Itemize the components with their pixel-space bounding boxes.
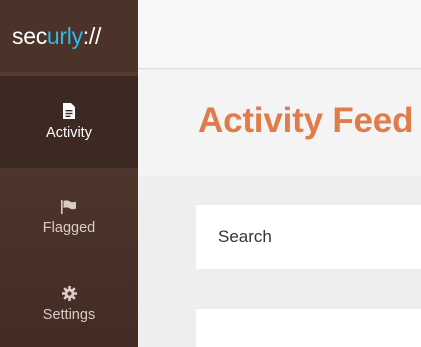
brand-prefix: sec bbox=[12, 22, 47, 49]
brand-accent: urly bbox=[46, 22, 83, 49]
page-title: Activity Feed bbox=[198, 101, 414, 140]
gear-icon bbox=[61, 285, 77, 301]
sidebar-item-label: Activity bbox=[46, 125, 92, 141]
main-content: Activity Feed Search bbox=[138, 0, 421, 347]
sidebar-item-label: Flagged bbox=[42, 220, 96, 236]
brand-suffix: :// bbox=[82, 22, 102, 49]
sidebar-item-flagged[interactable]: Flagged bbox=[0, 175, 138, 261]
sidebar-item-settings[interactable]: Settings bbox=[0, 261, 138, 347]
top-bar bbox=[138, 0, 421, 69]
brand-logo[interactable]: sec urly:// bbox=[0, 0, 138, 72]
sidebar: sec urly:// Activity Flagged Settings bbox=[0, 0, 138, 347]
search-input[interactable]: Search bbox=[196, 205, 421, 269]
flag-icon bbox=[61, 200, 77, 214]
app-window: sec urly:// Activity Flagged Settings A… bbox=[0, 0, 421, 347]
document-icon bbox=[63, 103, 75, 119]
sidebar-item-activity[interactable]: Activity bbox=[0, 76, 138, 168]
activity-card bbox=[196, 309, 421, 347]
sidebar-item-label: Settings bbox=[42, 306, 96, 323]
